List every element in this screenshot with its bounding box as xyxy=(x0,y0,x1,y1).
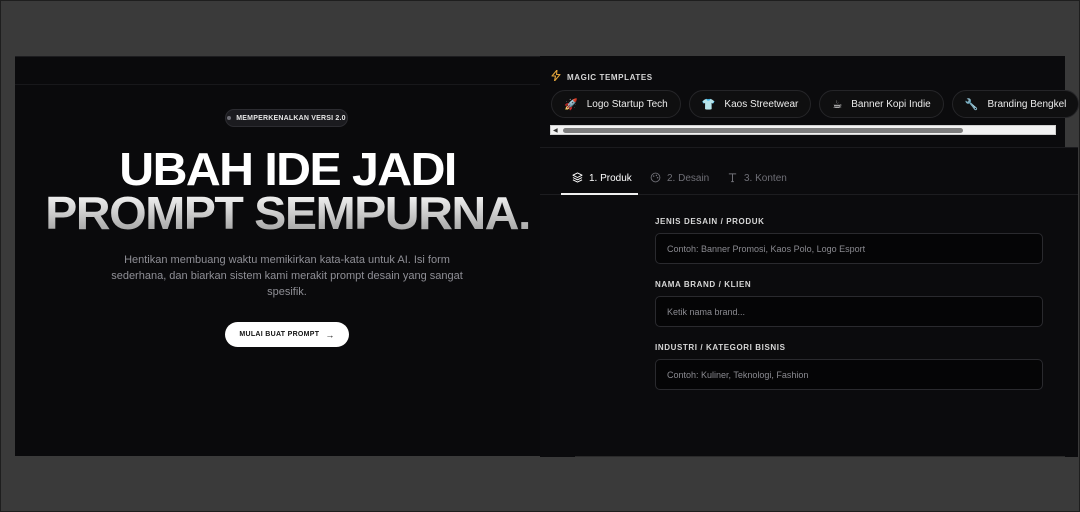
hero-divider xyxy=(15,84,575,85)
hero-title-line2: PROMPT SEMPURNA. xyxy=(1,189,573,237)
template-chip-label: Logo Startup Tech xyxy=(586,98,668,110)
wrench-icon: 🔧 xyxy=(964,98,979,111)
tab-desain[interactable]: 2. Desain xyxy=(650,162,709,195)
template-chip-kaos-streetwear[interactable]: 👕 Kaos Streetwear xyxy=(688,90,812,118)
industry-input[interactable] xyxy=(655,359,1043,390)
template-chip-branding-bengkel[interactable]: 🔧 Branding Bengkel xyxy=(951,90,1080,118)
tab-label: 3. Konten xyxy=(744,173,787,184)
tab-label: 1. Produk xyxy=(589,173,632,184)
start-prompt-button[interactable]: MULAI BUAT PROMPT → xyxy=(225,322,349,347)
arrow-right-icon: → xyxy=(325,329,335,340)
bolt-icon xyxy=(551,69,561,84)
active-tab-indicator xyxy=(561,193,638,195)
palette-icon xyxy=(650,172,661,186)
magic-templates-title: MAGIC TEMPLATES xyxy=(567,72,653,82)
template-chip-logo-startup-tech[interactable]: 🚀 Logo Startup Tech xyxy=(551,90,681,118)
prompt-form-panel: 1. Produk 2. Desain 3. Konten JENIS DESA… xyxy=(540,147,1078,457)
scrollbar-thumb[interactable] xyxy=(563,128,963,133)
start-prompt-label: MULAI BUAT PROMPT xyxy=(239,331,320,338)
panel-bottom-divider xyxy=(575,456,1065,457)
version-badge: MEMPERKENALKAN VERSI 2.0 xyxy=(225,109,348,127)
hero-title-line1: UBAH IDE JADI xyxy=(119,143,457,195)
badge-dot-icon xyxy=(227,116,232,120)
coffee-icon: ☕ xyxy=(832,98,843,111)
text-icon xyxy=(727,172,738,186)
tab-produk[interactable]: 1. Produk xyxy=(572,162,632,195)
industry-label: INDUSTRI / KATEGORI BISNIS xyxy=(655,343,786,352)
template-chip-list: 🚀 Logo Startup Tech 👕 Kaos Streetwear ☕ … xyxy=(551,90,1080,118)
scroll-left-icon[interactable]: ◀ xyxy=(553,127,558,134)
design-type-input[interactable] xyxy=(655,233,1043,264)
magic-templates-panel: MAGIC TEMPLATES 🚀 Logo Startup Tech 👕 Ka… xyxy=(540,56,1080,147)
magic-templates-header: MAGIC TEMPLATES xyxy=(551,69,653,84)
hero-section: MEMPERKENALKAN VERSI 2.0 UBAH IDE JADI P… xyxy=(15,56,575,456)
tab-konten[interactable]: 3. Konten xyxy=(727,162,787,195)
template-chip-banner-kopi-indie[interactable]: ☕ Banner Kopi Indie xyxy=(819,90,944,118)
layers-icon xyxy=(572,171,583,186)
brand-name-label: NAMA BRAND / KLIEN xyxy=(655,280,752,289)
tab-label: 2. Desain xyxy=(667,173,710,184)
hero-description: Hentikan membuang waktu memikirkan kata-… xyxy=(111,254,463,298)
tshirt-icon: 👕 xyxy=(701,98,716,111)
horizontal-scrollbar[interactable]: ◀ xyxy=(550,125,1056,135)
brand-name-input[interactable] xyxy=(655,296,1043,327)
design-type-label: JENIS DESAIN / PRODUK xyxy=(655,217,765,226)
template-chip-label: Kaos Streetwear xyxy=(724,98,799,110)
template-chip-label: Branding Bengkel xyxy=(987,98,1067,110)
step-tabs: 1. Produk 2. Desain 3. Konten xyxy=(540,162,1078,195)
template-chip-label: Banner Kopi Indie xyxy=(851,98,931,110)
rocket-icon: 🚀 xyxy=(564,98,578,111)
version-badge-label: MEMPERKENALKAN VERSI 2.0 xyxy=(236,114,346,122)
